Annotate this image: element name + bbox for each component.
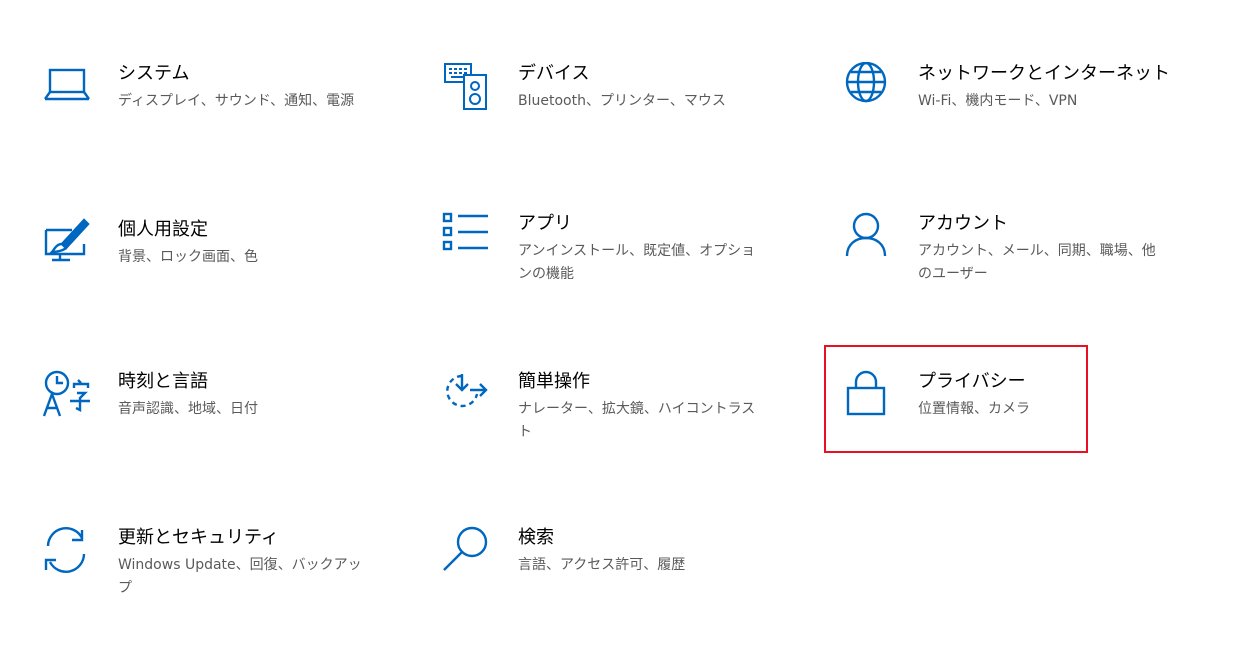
- tile-description: Windows Update、回復、バックアップ: [118, 557, 362, 596]
- tile-description: Wi-Fi、機内モード、VPN: [918, 93, 1078, 109]
- ease-of-access-icon: [442, 370, 492, 420]
- tile-devices[interactable]: デバイス Bluetooth、プリンター、マウス: [442, 62, 802, 172]
- tile-description: 位置情報、カメラ: [918, 401, 1030, 417]
- tile-title: アカウント: [918, 213, 1008, 234]
- tile-privacy[interactable]: プライバシー 位置情報、カメラ: [842, 370, 1202, 480]
- tile-description: 音声認識、地域、日付: [118, 401, 258, 417]
- lock-icon: [842, 370, 892, 420]
- devices-icon: [442, 62, 492, 112]
- tile-description: ナレーター、拡大鏡、ハイコントラスト: [518, 401, 756, 440]
- tile-system[interactable]: システム ディスプレイ、サウンド、通知、電源: [42, 62, 402, 172]
- tile-update-security[interactable]: 更新とセキュリティ Windows Update、回復、バックアップ: [42, 526, 402, 636]
- tile-title: ネットワークとインターネット: [918, 63, 1170, 84]
- apps-list-icon: [442, 212, 492, 262]
- tile-apps[interactable]: アプリ アンインストール、既定値、オプションの機能: [442, 212, 802, 322]
- search-icon: [442, 526, 492, 576]
- personalization-icon: [42, 218, 92, 268]
- tile-title: 検索: [518, 527, 554, 548]
- time-language-icon: [42, 370, 92, 420]
- tile-search[interactable]: 検索 言語、アクセス許可、履歴: [442, 526, 802, 636]
- tile-title: システム: [118, 63, 190, 84]
- tile-network[interactable]: ネットワークとインターネット Wi-Fi、機内モード、VPN: [842, 62, 1202, 172]
- tile-title: プライバシー: [918, 371, 1026, 392]
- tile-description: アンインストール、既定値、オプションの機能: [518, 243, 756, 282]
- tile-title: 簡単操作: [518, 371, 590, 392]
- person-icon: [842, 212, 892, 262]
- tile-accounts[interactable]: アカウント アカウント、メール、同期、職場、他のユーザー: [842, 212, 1202, 322]
- sync-arrows-icon: [42, 526, 92, 576]
- tile-title: デバイス: [518, 63, 590, 84]
- tile-description: アカウント、メール、同期、職場、他のユーザー: [918, 243, 1156, 282]
- tile-description: ディスプレイ、サウンド、通知、電源: [118, 93, 355, 109]
- tile-title: 時刻と言語: [118, 371, 208, 392]
- tile-time-language[interactable]: 時刻と言語 音声認識、地域、日付: [42, 370, 402, 480]
- laptop-icon: [42, 62, 92, 112]
- tile-title: 更新とセキュリティ: [118, 527, 279, 548]
- tile-description: 言語、アクセス許可、履歴: [518, 557, 686, 573]
- tile-title: アプリ: [518, 213, 572, 234]
- globe-icon: [842, 62, 892, 112]
- tile-title: 個人用設定: [118, 219, 208, 240]
- tile-ease-of-access[interactable]: 簡単操作 ナレーター、拡大鏡、ハイコントラスト: [442, 370, 802, 480]
- tile-description: 背景、ロック画面、色: [118, 249, 258, 265]
- tile-personalization[interactable]: 個人用設定 背景、ロック画面、色: [42, 218, 402, 328]
- tile-description: Bluetooth、プリンター、マウス: [518, 93, 726, 109]
